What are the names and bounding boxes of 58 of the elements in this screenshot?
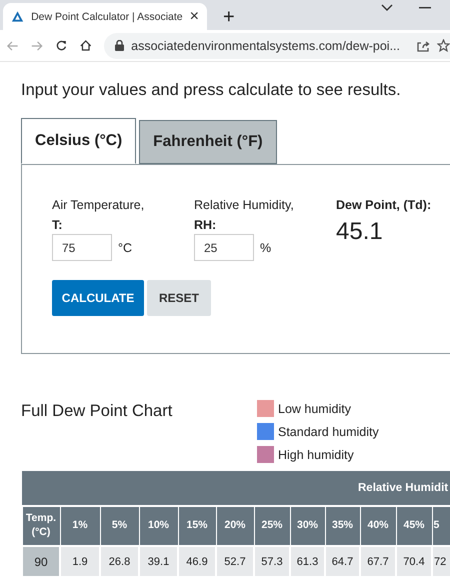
column-header: 20% (216, 506, 254, 546)
temperature-cell: 90 (22, 546, 60, 577)
column-header: 1% (60, 506, 100, 546)
url-text: associatedenvironmentalsystems.com/dew-poi... (131, 38, 400, 52)
column-header: 10% (139, 506, 178, 546)
home-icon[interactable] (80, 39, 92, 52)
table-cell: 57.3 (254, 546, 290, 577)
chart-title: Full Dew Point Chart (21, 401, 174, 422)
column-header: 15% (178, 506, 216, 546)
column-header: 45% (396, 506, 432, 546)
reset-button[interactable]: RESET (147, 280, 211, 316)
new-tab-button[interactable]: + (223, 7, 235, 27)
tab-title: Dew Point Calculator | Associate (31, 10, 183, 22)
table-cell: 72 (432, 546, 450, 577)
legend-label: Low humidity (278, 402, 351, 416)
result-value: 45.1 (336, 218, 384, 246)
table-cell: 1.9 (60, 546, 100, 577)
unit-tab[interactable]: Fahrenheit (°F) (139, 120, 277, 164)
unit-label: °C (118, 240, 132, 254)
table-cell: 70.4 (396, 546, 432, 577)
field-symbol: T: (52, 218, 64, 232)
table-cell: 61.3 (290, 546, 325, 577)
field-label: Relative Humidity, (194, 198, 295, 212)
unit-label: % (260, 240, 272, 254)
result-label: Dew Point, (Td): (336, 198, 432, 212)
browser-tab[interactable]: Dew Point Calculator | Associate × (3, 3, 207, 30)
reload-icon[interactable] (56, 39, 67, 52)
table-cell: 26.8 (100, 546, 139, 577)
table-cell: 64.7 (325, 546, 360, 577)
legend-label: High humidity (278, 448, 354, 462)
minimize-icon[interactable] (419, 7, 431, 9)
lock-icon (115, 40, 124, 51)
unit-tab[interactable]: Celsius (°C) (21, 118, 136, 164)
column-header: Temp. (°C) (22, 506, 60, 546)
input-field[interactable]: 25 (194, 234, 254, 261)
instruction-text: Input your values and press calculate to see results. (21, 81, 402, 100)
column-header: 25% (254, 506, 290, 546)
triangle-logo-icon (11, 10, 24, 23)
table-cell: 67.7 (360, 546, 396, 577)
column-header: 35% (325, 506, 360, 546)
column-header: 40% (360, 506, 396, 546)
chevron-down-icon[interactable] (381, 4, 393, 12)
input-field[interactable]: 75 (52, 234, 112, 261)
close-tab-button[interactable]: × (190, 8, 199, 24)
field-symbol: RH: (194, 218, 218, 232)
star-icon[interactable] (437, 39, 450, 52)
calculate-button[interactable]: CALCULATE (52, 280, 144, 316)
column-header: 30% (290, 506, 325, 546)
table-cell: 39.1 (139, 546, 178, 577)
table-cell: 46.9 (178, 546, 216, 577)
address-bar[interactable]: associatedenvironmentalsystems.com/dew-poi... (104, 32, 450, 58)
column-header: 5 (432, 506, 450, 546)
share-icon[interactable] (417, 40, 430, 52)
field-label: Air Temperature, (52, 198, 146, 212)
table-cell: 52.7 (216, 546, 254, 577)
legend-label: Standard humidity (278, 424, 379, 438)
column-header: 5% (100, 506, 139, 546)
table-group-header: Relative Humidit (22, 471, 450, 506)
